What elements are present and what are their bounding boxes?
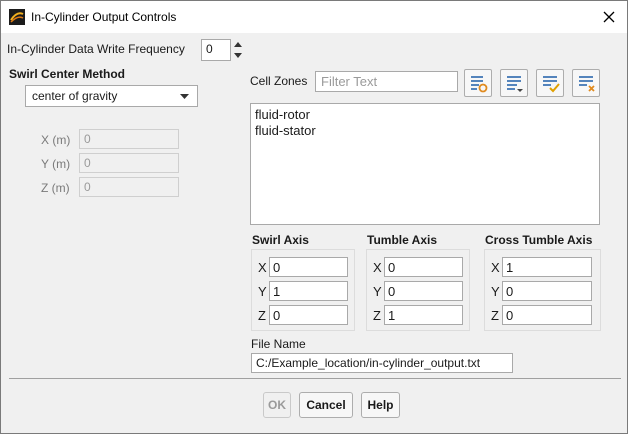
filter-text-input[interactable] (315, 71, 458, 92)
select-all-button[interactable] (536, 69, 564, 97)
y-m-label: Y (m) (41, 157, 71, 171)
file-name-input[interactable]: C:/Example_location/in-cylinder_output.t… (251, 353, 513, 373)
swirl-center-method-heading: Swirl Center Method (9, 67, 126, 81)
tumble-axis-x-label: X (373, 260, 382, 275)
ansys-fluent-app-icon (9, 9, 25, 25)
swirl-axis-y-label: Y (258, 284, 267, 299)
swirl-axis-y-field[interactable]: 1 (269, 281, 348, 301)
list-item[interactable]: fluid-rotor (255, 107, 595, 123)
close-button[interactable] (597, 5, 621, 29)
z-m-label: Z (m) (41, 181, 70, 195)
tumble-axis-z-field[interactable]: 1 (384, 305, 463, 325)
chevron-down-icon (180, 94, 189, 99)
cross-tumble-axis-z-label: Z (491, 308, 499, 323)
deselect-all-button[interactable] (572, 69, 600, 97)
list-item[interactable]: fluid-stator (255, 123, 595, 139)
filter-settings-icon (471, 76, 488, 93)
x-m-label: X (m) (41, 133, 71, 147)
close-x-icon (603, 11, 615, 23)
title-bar[interactable]: In-Cylinder Output Controls (1, 1, 627, 33)
list-select-dropdown-icon (507, 76, 523, 92)
tumble-axis-z-label: Z (373, 308, 381, 323)
tumble-axis-y-field[interactable]: 0 (384, 281, 463, 301)
z-m-field[interactable]: 0 (79, 177, 179, 197)
swirl-axis-heading: Swirl Axis (252, 233, 309, 247)
cancel-button[interactable]: Cancel (299, 392, 353, 418)
cross-tumble-axis-y-field[interactable]: 0 (502, 281, 592, 301)
dialog-window: In-Cylinder Output Controls In-Cylinder … (0, 0, 628, 434)
tumble-axis-y-label: Y (373, 284, 382, 299)
swirl-axis-x-field[interactable]: 0 (269, 257, 348, 277)
cell-zones-label: Cell Zones (250, 74, 308, 88)
cross-tumble-axis-heading: Cross Tumble Axis (485, 233, 593, 247)
swirl-axis-group: X 0 Y 1 Z 0 (251, 249, 355, 331)
write-frequency-input[interactable]: 0 (201, 39, 231, 61)
select-all-icon (543, 76, 560, 93)
ok-button[interactable]: OK (263, 392, 291, 418)
y-m-field[interactable]: 0 (79, 153, 179, 173)
tumble-axis-group: X 0 Y 0 Z 1 (366, 249, 470, 331)
swirl-axis-z-label: Z (258, 308, 266, 323)
file-name-label: File Name (251, 337, 306, 351)
deselect-all-icon (579, 76, 595, 92)
cross-tumble-axis-x-field[interactable]: 1 (502, 257, 592, 277)
swirl-axis-x-label: X (258, 260, 267, 275)
write-frequency-label: In-Cylinder Data Write Frequency (7, 42, 185, 56)
x-m-field[interactable]: 0 (79, 129, 179, 149)
swirl-center-method-dropdown[interactable]: center of gravity (25, 85, 198, 107)
tumble-axis-heading: Tumble Axis (367, 233, 438, 247)
window-title: In-Cylinder Output Controls (31, 10, 177, 24)
cross-tumble-axis-z-field[interactable]: 0 (502, 305, 592, 325)
help-button[interactable]: Help (361, 392, 400, 418)
tumble-axis-x-field[interactable]: 0 (384, 257, 463, 277)
swirl-center-method-value: center of gravity (32, 89, 118, 103)
cross-tumble-axis-x-label: X (491, 260, 500, 275)
swirl-axis-z-field[interactable]: 0 (269, 305, 348, 325)
filter-settings-button[interactable] (464, 69, 492, 97)
divider (9, 378, 621, 379)
spinner-arrows-icon[interactable] (231, 39, 245, 61)
cross-tumble-axis-y-label: Y (491, 284, 500, 299)
cell-zones-list[interactable]: fluid-rotor fluid-stator (250, 103, 600, 225)
cross-tumble-axis-group: X 1 Y 0 Z 0 (484, 249, 601, 331)
list-select-dropdown-button[interactable] (500, 69, 528, 97)
